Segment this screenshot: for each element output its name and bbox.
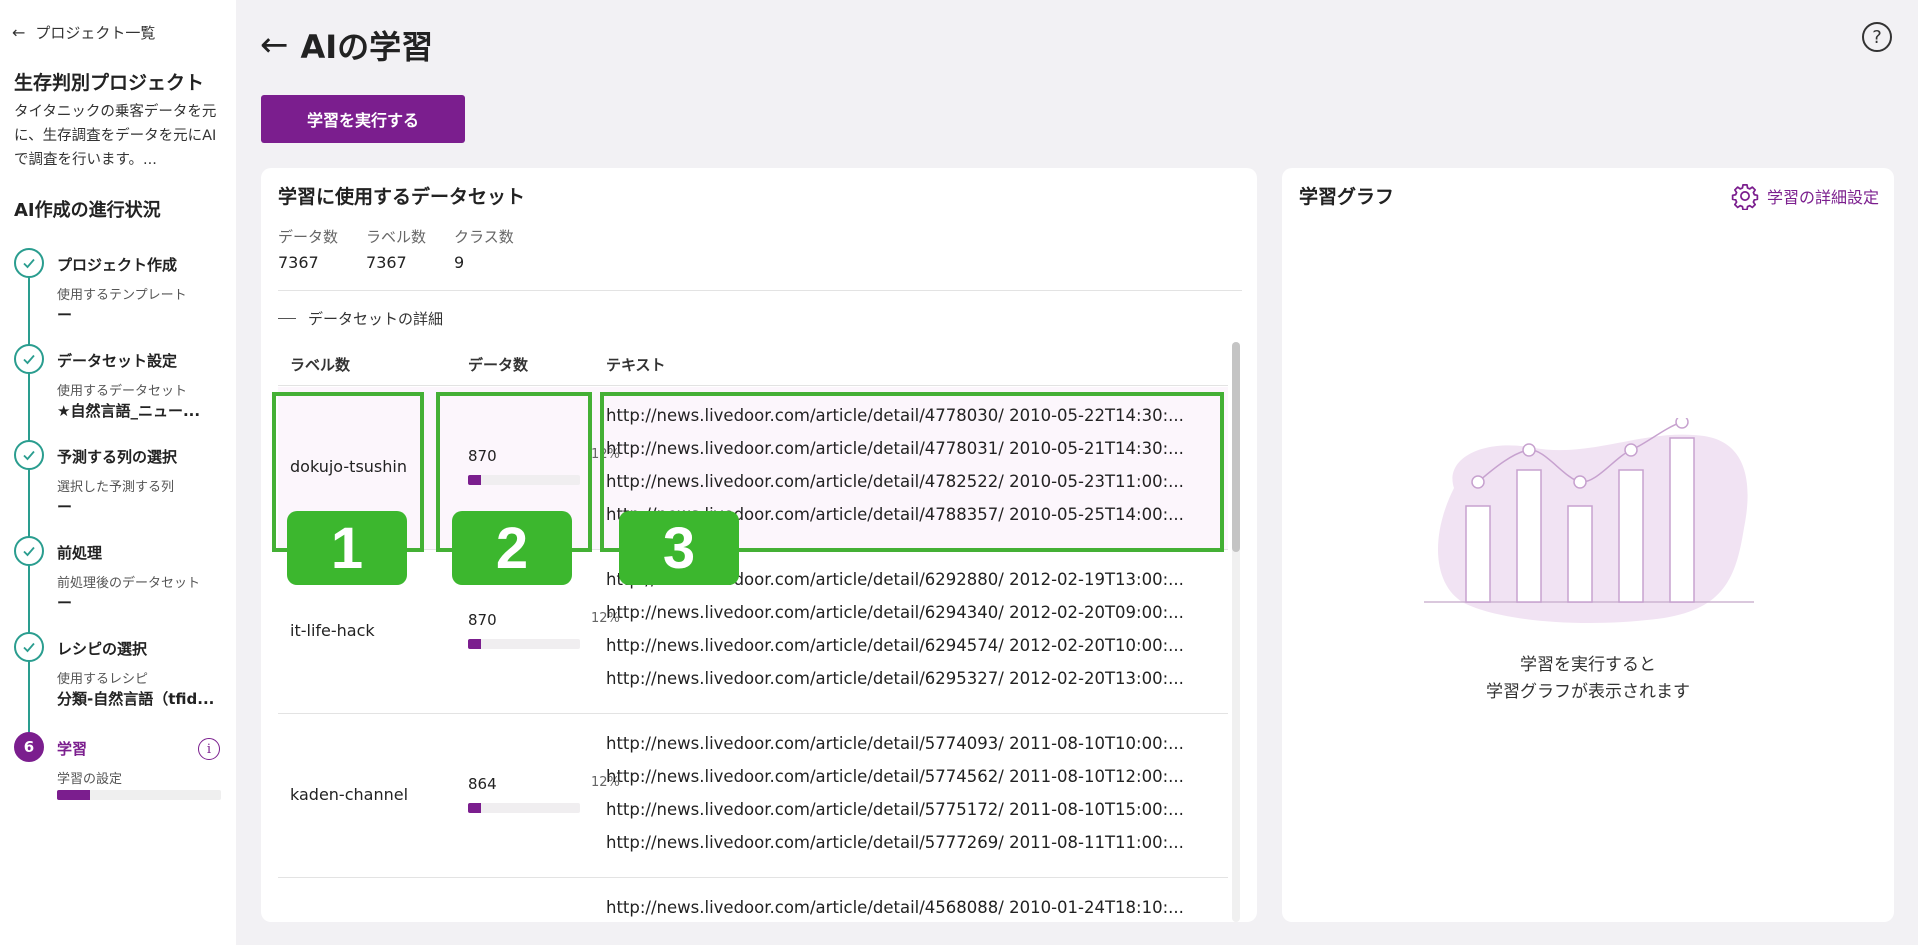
check-icon — [14, 344, 44, 374]
step-subtitle: 使用するテンプレート — [57, 288, 187, 303]
check-icon — [14, 248, 44, 278]
row-text: http://news.livedoor.com/article/detail/… — [606, 669, 1184, 688]
step-title: データセット設定 — [57, 352, 178, 370]
step-subtitle: 前処理後のデータセット — [57, 576, 201, 591]
back-arrow-icon: ← — [12, 23, 26, 42]
step-title: 学習 — [57, 740, 88, 758]
step-title: 予測する列の選択 — [57, 448, 178, 466]
row-ratio-fill — [468, 803, 482, 813]
stat-label: ラベル数 — [366, 228, 427, 246]
empty-graph-message-line2: 学習グラフが表示されます — [1486, 682, 1690, 702]
run-training-button[interactable]: 学習を実行する — [261, 95, 465, 143]
row-label: it-life-hack — [290, 621, 375, 640]
empty-graph-illustration — [1424, 418, 1754, 623]
row-texts: http://news.livedoor.com/article/detail/… — [606, 727, 1216, 859]
annotation-number: 2 — [452, 511, 572, 585]
info-icon[interactable]: i — [198, 738, 220, 760]
stat-value: 7367 — [278, 253, 319, 272]
empty-graph-message: 学習を実行すると 学習グラフが表示されます — [1282, 652, 1894, 706]
row-ratio-bar — [468, 803, 580, 813]
table-header: ラベル数 データ数 テキスト — [278, 346, 1228, 386]
step-value: ー — [57, 306, 73, 324]
table-row[interactable]: it-life-hack 870 12% http://news.livedoo… — [278, 551, 1228, 714]
dataset-details-toggle[interactable]: データセットの詳細 — [278, 308, 443, 329]
step-value: ー — [57, 498, 73, 516]
training-progress-bar — [57, 790, 221, 800]
column-header-text: テキスト — [606, 356, 666, 374]
stat-label: クラス数 — [454, 228, 514, 246]
details-toggle-label: データセットの詳細 — [308, 310, 444, 328]
check-icon — [14, 632, 44, 662]
table-scrollbar[interactable] — [1232, 342, 1240, 922]
stat-label: データ数 — [278, 228, 339, 246]
stat-label-count: ラベル数 7367 — [366, 226, 426, 272]
settings-link-label: 学習の詳細設定 — [1766, 188, 1879, 207]
row-text: http://news.livedoor.com/article/detail/… — [606, 800, 1184, 819]
annotation-number: 1 — [287, 511, 407, 585]
step-subtitle: 使用するデータセット — [57, 384, 188, 399]
dataset-stats: データ数 7367 ラベル数 7367 クラス数 9 — [278, 226, 514, 272]
empty-graph-message-line1: 学習を実行すると — [1520, 655, 1656, 675]
step-subtitle: 選択した予測する列 — [57, 480, 175, 495]
page-title: AIの学習 — [300, 28, 434, 66]
stat-data-count: データ数 7367 — [278, 226, 338, 272]
table-row[interactable]: http://news.livedoor.com/article/detail/… — [278, 879, 1228, 919]
step-title: レシピの選択 — [57, 640, 148, 658]
row-text: http://news.livedoor.com/article/detail/… — [606, 603, 1184, 622]
project-description: タイタニックの乗客データを元に、生存調査をデータを元にAIで調査を行います。..… — [14, 104, 217, 168]
step-value: ★自然言語_ニュー... — [57, 402, 201, 420]
column-header-label: ラベル数 — [290, 356, 351, 374]
stat-value: 7367 — [366, 253, 407, 272]
page-header: ← AIの学習 — [260, 22, 433, 68]
stat-value: 9 — [454, 253, 465, 272]
step-subtitle: 使用するレシピ — [57, 672, 149, 687]
step-connector-line — [28, 264, 30, 752]
scrollbar-thumb[interactable] — [1232, 342, 1240, 552]
stat-class-count: クラス数 9 — [454, 226, 514, 272]
step-number-badge: 6 — [14, 732, 44, 762]
collapse-icon — [278, 317, 296, 320]
row-texts: http://news.livedoor.com/article/detail/… — [606, 891, 1216, 922]
column-header-count: データ数 — [468, 356, 529, 374]
sidebar: ← プロジェクト一覧 生存判別プロジェクト タイタニックの乗客データを元に、生存… — [0, 0, 236, 945]
progress-title: AI作成の進行状況 — [14, 200, 161, 221]
divider — [278, 290, 1242, 291]
check-icon — [14, 536, 44, 566]
graph-card-title: 学習グラフ — [1299, 186, 1395, 208]
step-value: 分類-自然言語（tfid... — [57, 690, 215, 708]
row-count: 870 — [468, 611, 497, 629]
step-value: ー — [57, 594, 73, 612]
table-row[interactable]: kaden-channel 864 12% http://news.livedo… — [278, 715, 1228, 878]
row-label: kaden-channel — [290, 785, 409, 804]
row-ratio-bar — [468, 639, 580, 649]
training-graph-card: 学習グラフ 学習の詳細設定 学習を実行すると 学習グラフが表示されます — [1282, 168, 1894, 922]
training-progress-fill — [57, 790, 90, 800]
dataset-card-title: 学習に使用するデータセット — [278, 186, 526, 208]
row-text: http://news.livedoor.com/article/detail/… — [606, 767, 1184, 786]
step-subtitle: 学習の設定 — [57, 772, 123, 787]
step-title: 前処理 — [57, 544, 103, 562]
back-to-projects-link[interactable]: ← プロジェクト一覧 — [12, 22, 155, 43]
back-arrow-icon[interactable]: ← — [260, 28, 289, 62]
row-text: http://news.livedoor.com/article/detail/… — [606, 734, 1184, 753]
row-count: 864 — [468, 775, 497, 793]
gear-icon — [1731, 184, 1759, 210]
annotation-number: 3 — [619, 511, 739, 585]
step-title: プロジェクト作成 — [57, 256, 178, 274]
row-text: http://news.livedoor.com/article/detail/… — [606, 636, 1184, 655]
row-text: http://news.livedoor.com/article/detail/… — [606, 833, 1184, 852]
help-icon[interactable]: ? — [1862, 22, 1892, 52]
project-name: 生存判別プロジェクト — [14, 72, 205, 94]
row-ratio-fill — [468, 639, 482, 649]
check-icon — [14, 440, 44, 470]
back-link-label: プロジェクト一覧 — [35, 24, 156, 42]
training-settings-link[interactable]: 学習の詳細設定 — [1731, 182, 1879, 210]
row-text: http://news.livedoor.com/article/detail/… — [606, 898, 1184, 917]
